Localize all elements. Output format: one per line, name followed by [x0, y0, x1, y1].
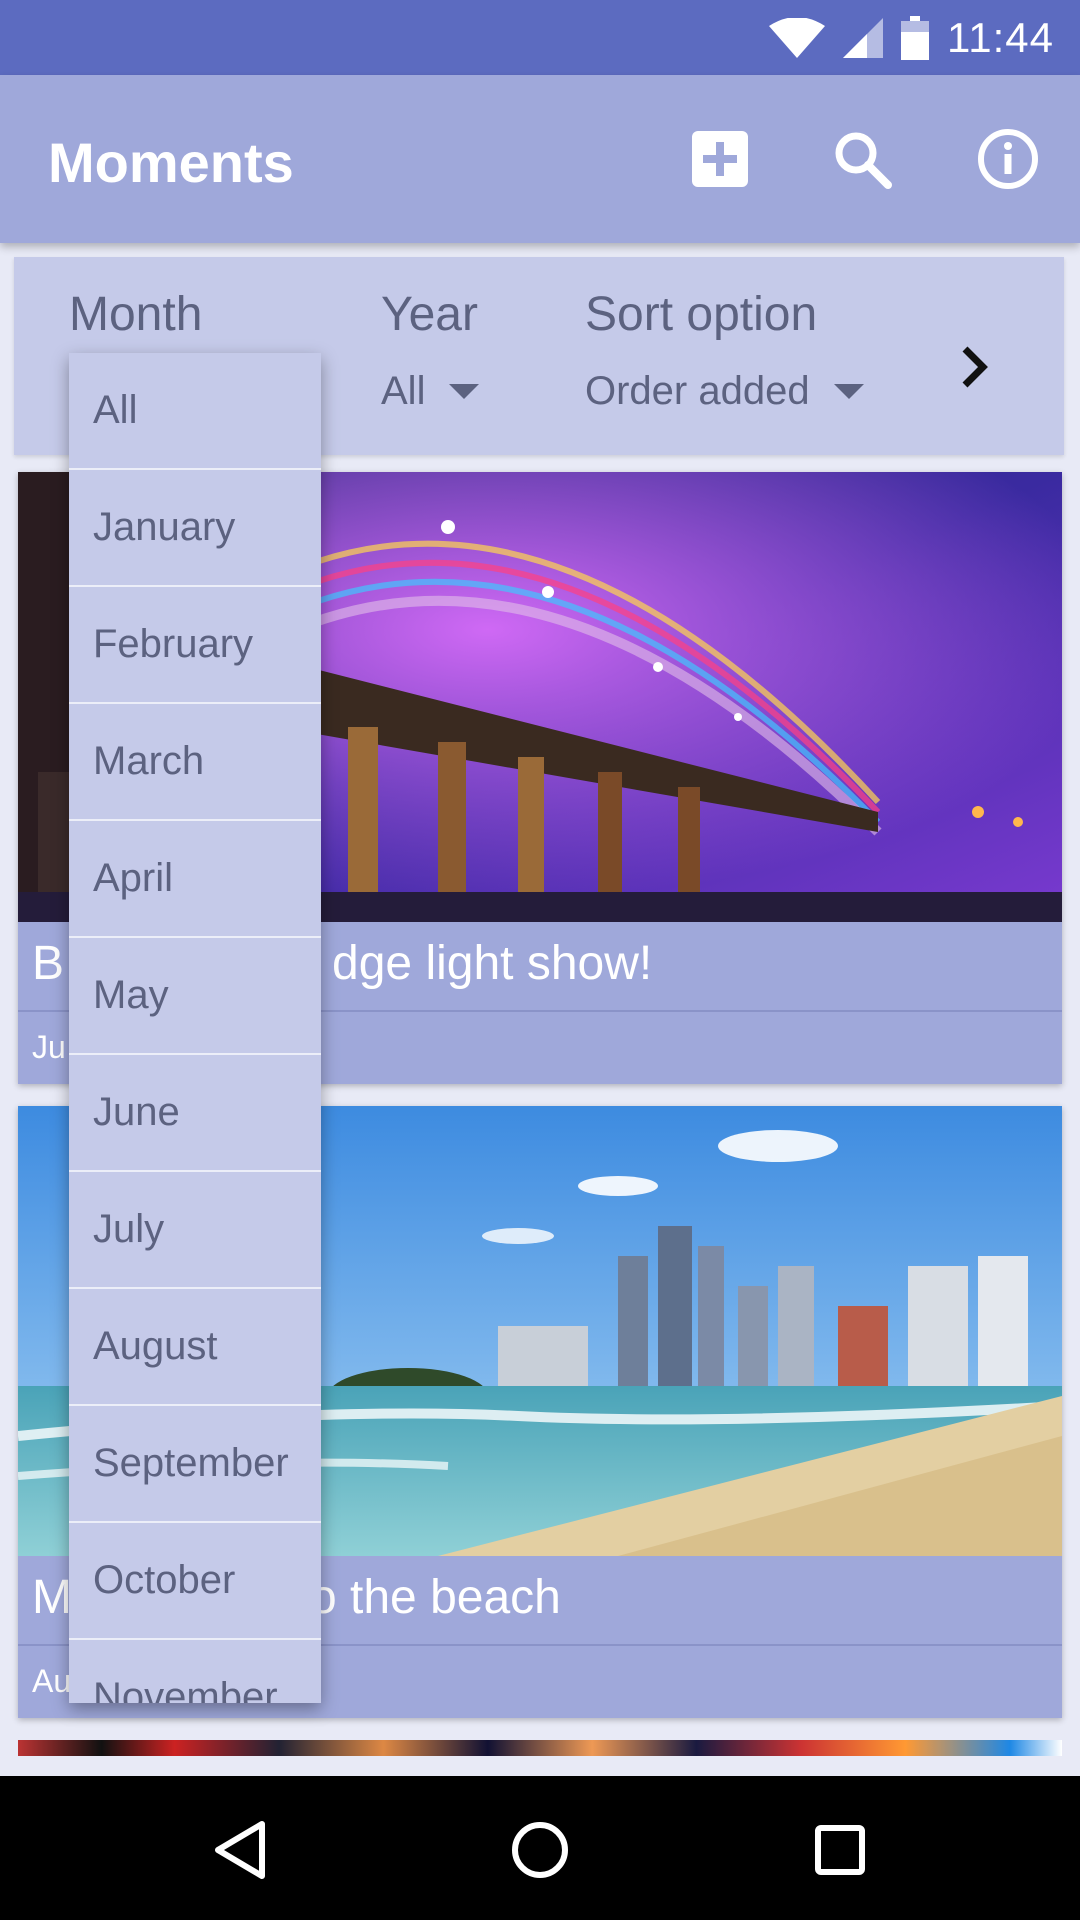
add-button[interactable] [676, 115, 764, 203]
sort-label: Sort option [585, 288, 818, 341]
moment-title-visible: dge light show! [332, 937, 653, 990]
chevron-right-icon [962, 346, 988, 388]
moment-date: Au [32, 1663, 72, 1699]
search-button[interactable] [818, 115, 906, 203]
status-bar: 11:44 [0, 0, 1080, 75]
home-button[interactable] [490, 1800, 590, 1900]
month-option-july[interactable]: July [69, 1172, 321, 1289]
moment-date: Ju [32, 1029, 66, 1065]
add-box-icon [692, 131, 748, 187]
month-dropdown[interactable]: All January February March April May Jun… [69, 353, 321, 1703]
year-select-value: All [381, 369, 426, 413]
caret-down-icon [833, 384, 864, 399]
sort-select[interactable]: Order added [585, 369, 864, 414]
moment-card-partial[interactable] [18, 1740, 1062, 1756]
battery-icon [901, 15, 929, 60]
search-icon [835, 132, 892, 189]
system-nav-bar [0, 1776, 1080, 1920]
month-option-january[interactable]: January [69, 470, 321, 587]
month-option-september[interactable]: September [69, 1406, 321, 1523]
month-option-february[interactable]: February [69, 587, 321, 704]
next-filter-button[interactable] [934, 327, 1014, 407]
sort-select-value: Order added [585, 369, 810, 413]
back-button[interactable] [190, 1800, 290, 1900]
moment-title-prefix: B [32, 937, 65, 990]
moment-title-prefix: M [32, 1571, 72, 1624]
home-icon [512, 1822, 568, 1878]
year-label: Year [381, 288, 478, 341]
status-time: 11:44 [947, 13, 1054, 61]
month-option-march[interactable]: March [69, 704, 321, 821]
info-button[interactable] [964, 115, 1052, 203]
year-select[interactable]: All [381, 369, 480, 414]
app-bar: Moments [0, 75, 1080, 243]
recents-button[interactable] [790, 1800, 890, 1900]
month-option-august[interactable]: August [69, 1289, 321, 1406]
month-option-june[interactable]: June [69, 1055, 321, 1172]
info-icon [978, 129, 1038, 189]
month-option-all[interactable]: All [69, 353, 321, 470]
wifi-icon [769, 17, 825, 58]
month-option-may[interactable]: May [69, 938, 321, 1055]
back-icon [215, 1821, 265, 1879]
app-title: Moments [48, 131, 294, 194]
month-option-november[interactable]: November [69, 1640, 321, 1703]
month-label: Month [69, 288, 203, 341]
moment-title-visible: o the beach [309, 1571, 561, 1624]
caret-down-icon [449, 384, 480, 399]
signal-icon [843, 17, 883, 58]
month-option-october[interactable]: October [69, 1523, 321, 1640]
recents-icon [815, 1825, 865, 1875]
month-option-april[interactable]: April [69, 821, 321, 938]
